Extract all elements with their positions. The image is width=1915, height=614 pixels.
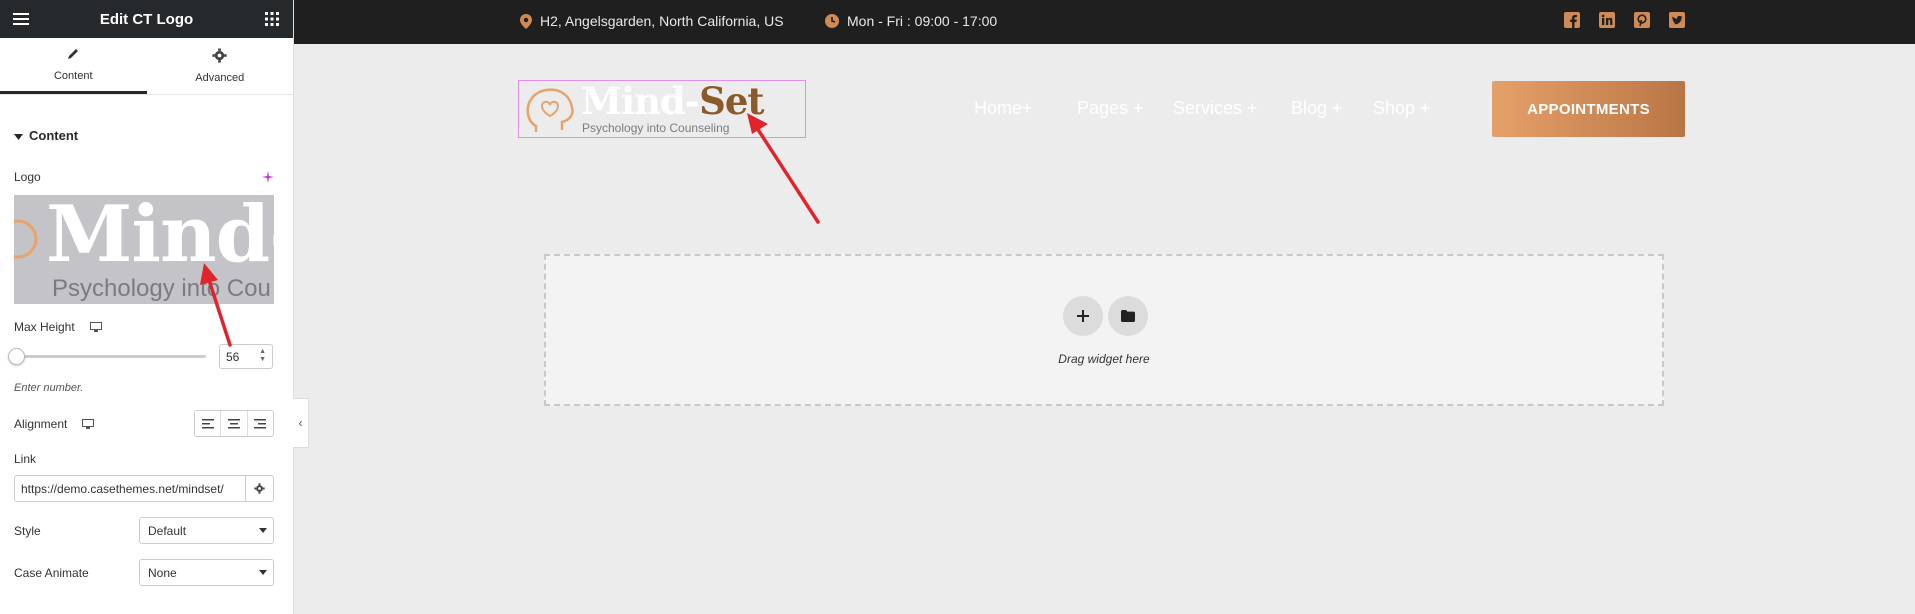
case-animate-label: Case Animate — [14, 566, 89, 580]
logo-preview-tagline: Psychology into Cou — [52, 275, 271, 302]
panel-tabs: Content Advanced — [0, 38, 293, 95]
max-height-hint: Enter number. — [14, 382, 84, 394]
align-right-icon — [254, 418, 267, 428]
gear-icon — [254, 483, 265, 494]
caret-down-icon — [259, 528, 267, 533]
case-animate-select[interactable]: None — [139, 559, 274, 586]
plus-icon — [1077, 310, 1089, 322]
twitter-icon[interactable] — [1668, 11, 1686, 29]
tab-advanced[interactable]: Advanced — [147, 38, 294, 94]
section-toggle-content[interactable]: Content — [14, 128, 78, 143]
folder-icon — [1121, 310, 1135, 322]
pinterest-icon[interactable] — [1633, 11, 1651, 29]
desktop-icon[interactable] — [82, 417, 94, 435]
caret-down-icon — [14, 128, 23, 143]
nav-item-pages[interactable]: Pages + — [1077, 98, 1144, 119]
caret-down-icon — [259, 570, 267, 575]
max-height-slider-handle[interactable] — [8, 348, 25, 365]
style-label: Style — [14, 524, 41, 538]
link-url-input[interactable]: https://demo.casethemes.net/mindset/ — [14, 475, 246, 502]
gear-icon — [212, 48, 227, 66]
tab-label: Advanced — [195, 72, 245, 84]
align-right-button[interactable] — [248, 411, 273, 436]
nav-item-shop[interactable]: Shop + — [1373, 98, 1431, 119]
ai-sparkle-icon[interactable] — [262, 170, 274, 188]
link-options-button[interactable] — [246, 475, 274, 502]
align-center-button[interactable] — [221, 411, 248, 436]
style-select[interactable]: Default — [139, 517, 274, 544]
alignment-button-group — [194, 410, 274, 437]
facebook-icon[interactable] — [1563, 11, 1581, 29]
add-template-button[interactable] — [1108, 296, 1148, 336]
align-left-button[interactable] — [195, 411, 222, 436]
tab-label: Content — [53, 70, 93, 82]
grid-icon[interactable] — [263, 10, 281, 28]
linkedin-icon[interactable] — [1598, 11, 1616, 29]
stepper-arrows-icon[interactable]: ▲ ▼ — [259, 348, 266, 364]
editor-panel: Edit CT Logo Content Advanced Content Lo… — [0, 0, 294, 614]
appointments-button[interactable]: APPOINTMENTS — [1492, 81, 1685, 137]
align-left-icon — [201, 418, 214, 428]
alignment-label: Alignment — [14, 417, 68, 431]
nav-item-services[interactable]: Services + — [1173, 98, 1258, 119]
logo-preview-word: Mind-S — [46, 195, 274, 280]
site-logo[interactable]: Mind-Set Psychology into Counseling — [518, 79, 806, 138]
nav-item-home[interactable]: Home+ — [974, 98, 1033, 119]
collapse-panel-button[interactable]: ‹ — [293, 398, 309, 448]
align-center-icon — [227, 418, 240, 428]
max-height-label: Max Height — [14, 320, 75, 334]
logo-image-preview[interactable]: Mind-S Psychology into Cou — [14, 195, 274, 304]
add-section-button[interactable] — [1063, 296, 1103, 336]
nav-item-blog[interactable]: Blog + — [1291, 98, 1343, 119]
logo-head-icon — [526, 88, 574, 132]
desktop-icon[interactable] — [90, 320, 102, 338]
chevron-left-icon: ‹ — [298, 416, 303, 430]
map-pin-icon — [520, 13, 532, 29]
panel-title: Edit CT Logo — [99, 10, 194, 28]
site-logo-word: Mind-Set — [581, 79, 765, 123]
site-logo-tagline: Psychology into Counseling — [582, 121, 730, 135]
clock-icon — [825, 14, 839, 28]
panel-header: Edit CT Logo — [0, 0, 293, 38]
site-topbar: H2, Angelsgarden, North California, US M… — [294, 0, 1915, 44]
tab-content[interactable]: Content — [0, 38, 147, 94]
widget-drop-zone[interactable]: Drag widget here — [544, 254, 1664, 406]
hamburger-menu-icon[interactable] — [12, 10, 30, 28]
drop-zone-text: Drag widget here — [1058, 352, 1150, 366]
max-height-input[interactable]: 56 ▲ ▼ — [219, 344, 273, 369]
logo-head-icon — [14, 219, 38, 259]
topbar-hours: Mon - Fri : 09:00 - 17:00 — [825, 13, 997, 29]
logo-label: Logo — [14, 170, 41, 184]
pencil-icon — [66, 47, 80, 64]
link-label: Link — [14, 452, 37, 466]
max-height-slider-track[interactable] — [16, 355, 206, 358]
topbar-address: H2, Angelsgarden, North California, US — [520, 13, 784, 29]
section-title: Content — [29, 128, 79, 143]
